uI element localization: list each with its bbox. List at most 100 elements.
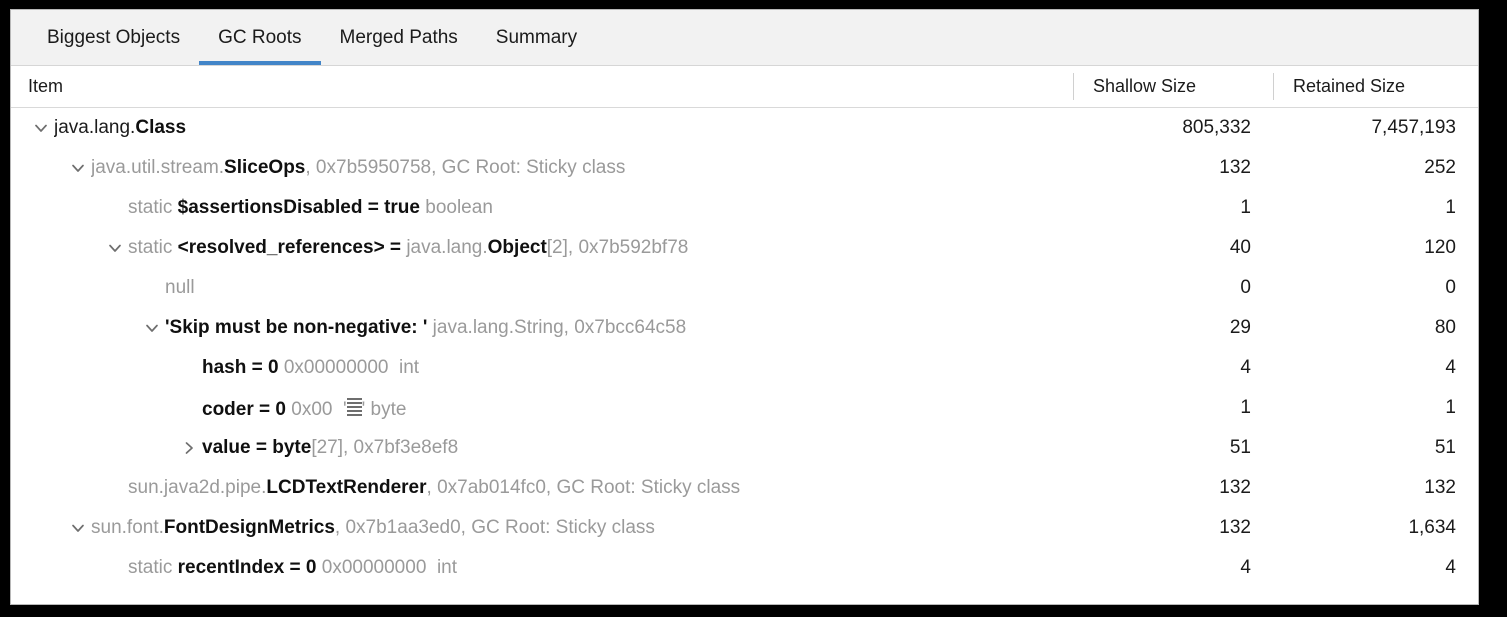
tree-item-label: value = byte [27], 0x7bf3e8ef8 xyxy=(202,437,458,459)
cell-retained-size: 51 xyxy=(1434,437,1456,458)
label-segment: java.util.stream. xyxy=(91,157,225,178)
chevron-down-icon[interactable] xyxy=(102,228,128,268)
table-row[interactable]: java.util.stream. SliceOps, 0x7b5950758, … xyxy=(11,148,1478,188)
label-segment: java.lang.String, 0x7bcc64c58 xyxy=(427,317,687,338)
label-segment: Object xyxy=(487,237,547,258)
tree-item-cell[interactable]: 'Skip must be non-negative: ' java.lang.… xyxy=(11,308,1073,348)
twisty-placeholder xyxy=(139,268,165,308)
tab-gc-roots[interactable]: GC Roots xyxy=(199,10,321,65)
tree-item-cell[interactable]: sun.font. FontDesignMetrics, 0x7b1aa3ed0,… xyxy=(11,508,1073,548)
label-segment: recentIndex = 0 xyxy=(177,557,317,578)
cell-shallow-size: 4 xyxy=(1240,357,1251,378)
tab-summary[interactable]: Summary xyxy=(477,10,596,65)
cell-retained-size: 80 xyxy=(1434,317,1456,338)
tree-item-label: 'Skip must be non-negative: ' java.lang.… xyxy=(165,317,686,339)
nul-character-glyph-icon xyxy=(346,397,362,417)
tree-item-cell[interactable]: java.util.stream. SliceOps, 0x7b5950758, … xyxy=(11,148,1073,188)
tree-item-label: null xyxy=(165,277,195,299)
chevron-down-icon[interactable] xyxy=(28,108,54,148)
table-row[interactable]: null 0 0 xyxy=(11,268,1478,308)
tab-label: Biggest Objects xyxy=(47,26,181,48)
tab-label: Merged Paths xyxy=(339,26,458,48)
tree-item-cell[interactable]: sun.java2d.pipe. LCDTextRenderer, 0x7ab01… xyxy=(11,468,1073,508)
tab-biggest-objects[interactable]: Biggest Objects xyxy=(28,10,199,65)
column-header-item[interactable]: Item xyxy=(11,66,1073,107)
table-column-header: Item Shallow Size Retained Size xyxy=(11,66,1478,108)
chevron-down-icon[interactable] xyxy=(65,508,91,548)
cell-shallow-size: 132 xyxy=(1219,517,1251,538)
tree-item-label: static recentIndex = 0 0x00000000 int xyxy=(128,557,457,579)
table-row[interactable]: static recentIndex = 0 0x00000000 int 4 4 xyxy=(11,548,1478,588)
twisty-placeholder xyxy=(102,188,128,228)
cell-shallow-size: 132 xyxy=(1219,157,1251,178)
label-segment: [27], 0x7bf3e8ef8 xyxy=(311,437,459,458)
label-segment: FontDesignMetrics xyxy=(163,517,335,538)
label-segment: , 0x7b5950758, GC Root: Sticky class xyxy=(305,157,626,178)
label-segment: 0x00 ' xyxy=(285,398,347,420)
label-segment: LCDTextRenderer xyxy=(266,477,427,498)
table-row[interactable]: value = byte [27], 0x7bf3e8ef8 51 51 xyxy=(11,428,1478,468)
label-segment: hash = 0 xyxy=(202,357,279,378)
tree-item-cell[interactable]: static $assertionsDisabled = true boolea… xyxy=(11,188,1073,228)
tree-item-cell[interactable]: value = byte [27], 0x7bf3e8ef8 xyxy=(11,428,1073,468)
label-segment: [2], 0x7b592bf78 xyxy=(546,237,689,258)
tab-label: GC Roots xyxy=(218,26,302,48)
tab-label: Summary xyxy=(495,26,578,48)
cell-retained-size: 4 xyxy=(1445,357,1456,378)
chevron-right-icon[interactable] xyxy=(176,428,202,468)
column-header-shallow-size-label: Shallow Size xyxy=(1093,76,1197,96)
cell-retained-size: 0 xyxy=(1445,277,1456,298)
label-segment: null xyxy=(165,277,195,298)
tree-item-label: sun.font. FontDesignMetrics, 0x7b1aa3ed0,… xyxy=(91,517,655,539)
cell-shallow-size: 132 xyxy=(1219,477,1251,498)
table-row[interactable]: static $assertionsDisabled = true boolea… xyxy=(11,188,1478,228)
cell-shallow-size: 1 xyxy=(1240,397,1251,418)
cell-retained-size: 120 xyxy=(1424,237,1456,258)
label-segment: coder = 0 xyxy=(202,398,286,420)
cell-shallow-size: 51 xyxy=(1229,437,1251,458)
label-segment: $assertionsDisabled = true xyxy=(177,197,420,218)
tree-item-cell[interactable]: static <resolved_references> = java.lang… xyxy=(11,228,1073,268)
label-segment: java.lang. xyxy=(54,117,136,138)
label-segment: static xyxy=(128,197,178,218)
tree-item-cell[interactable]: null xyxy=(11,268,1073,308)
twisty-placeholder xyxy=(102,468,128,508)
twisty-placeholder xyxy=(176,348,202,388)
label-segment: <resolved_references> = xyxy=(177,237,407,258)
cell-retained-size: 1 xyxy=(1445,197,1456,218)
cell-shallow-size: 4 xyxy=(1240,557,1251,578)
table-row[interactable]: java.lang. Class 805,332 7,457,193 xyxy=(11,108,1478,148)
table-row[interactable]: coder = 0 0x00 ' ' byte 1 1 xyxy=(11,388,1478,428)
tree-item-cell[interactable]: java.lang. Class xyxy=(11,108,1073,148)
tree-item-label: static $assertionsDisabled = true boolea… xyxy=(128,197,493,219)
heap-analysis-window: Biggest Objects GC Roots Merged Paths Summa… xyxy=(10,9,1479,605)
tree-item-label: java.lang. Class xyxy=(54,117,186,139)
table-row[interactable]: sun.font. FontDesignMetrics, 0x7b1aa3ed0,… xyxy=(11,508,1478,548)
column-header-retained-size-label: Retained Size xyxy=(1293,76,1406,96)
gc-roots-tree[interactable]: java.lang. Class 805,332 7,457,193 java.util… xyxy=(11,108,1478,604)
table-row[interactable]: static <resolved_references> = java.lang… xyxy=(11,228,1478,268)
label-segment: value = byte xyxy=(202,437,312,458)
tab-merged-paths[interactable]: Merged Paths xyxy=(321,10,477,65)
tree-item-cell[interactable]: static recentIndex = 0 0x00000000 int xyxy=(11,548,1073,588)
cell-shallow-size: 0 xyxy=(1240,277,1251,298)
chevron-down-icon[interactable] xyxy=(139,308,165,348)
column-header-retained-size[interactable]: Retained Size xyxy=(1273,66,1478,107)
chevron-down-icon[interactable] xyxy=(65,148,91,188)
table-row[interactable]: sun.java2d.pipe. LCDTextRenderer, 0x7ab01… xyxy=(11,468,1478,508)
twisty-placeholder xyxy=(176,388,202,428)
label-segment: 0x00000000 int xyxy=(316,557,458,578)
tree-item-label: static <resolved_references> = java.lang… xyxy=(128,237,688,259)
column-header-shallow-size[interactable]: Shallow Size xyxy=(1073,66,1273,107)
label-segment: 'Skip must be non-negative: ' xyxy=(165,317,428,338)
table-row[interactable]: 'Skip must be non-negative: ' java.lang.… xyxy=(11,308,1478,348)
table-row[interactable]: hash = 0 0x00000000 int 4 4 xyxy=(11,348,1478,388)
tree-item-cell[interactable]: hash = 0 0x00000000 int xyxy=(11,348,1073,388)
cell-retained-size: 1,634 xyxy=(1408,517,1456,538)
tree-item-label: java.util.stream. SliceOps, 0x7b5950758, … xyxy=(91,157,625,179)
label-segment: sun.font. xyxy=(91,517,164,538)
label-segment: SliceOps xyxy=(224,157,306,178)
column-header-item-label: Item xyxy=(28,76,64,96)
cell-retained-size: 4 xyxy=(1445,557,1456,578)
tree-item-cell[interactable]: coder = 0 0x00 ' ' byte xyxy=(11,388,1073,428)
